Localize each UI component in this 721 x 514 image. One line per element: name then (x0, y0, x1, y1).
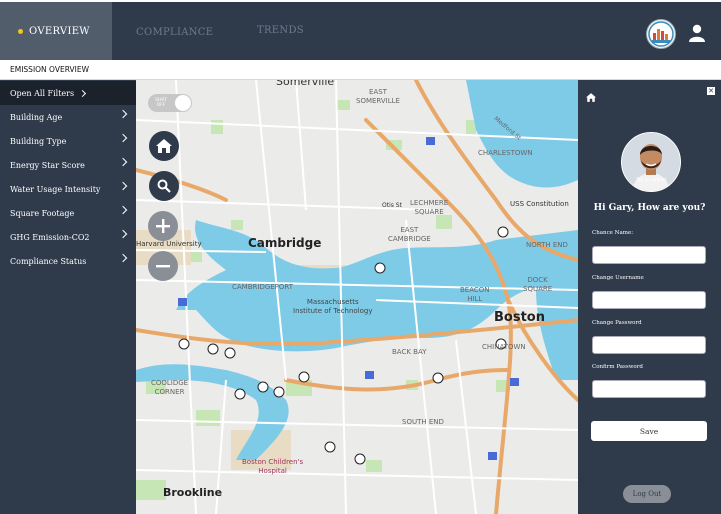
greeting-text: Hi Gary, How are you? (593, 203, 706, 213)
map-label-south-end: SOUTH END (402, 418, 444, 426)
map-label-boston: Boston (494, 310, 545, 325)
map-label-mit: Massachusetts Institute of Technology (293, 298, 373, 315)
change-username-label: Change Username (592, 275, 644, 281)
map-label-beacon-hill: BEACON HILL (460, 286, 490, 303)
chevron-right-icon (118, 109, 128, 119)
filter-sidebar: Open All Filters Building Age Building T… (0, 80, 136, 514)
open-all-filters-button[interactable]: Open All Filters (0, 81, 136, 105)
map-search-button[interactable] (149, 171, 179, 201)
map-label-lechmere: LECHMERE SQUARE (410, 199, 449, 216)
map-label-coolidge-corner: COOLIDGE CORNER (151, 379, 189, 396)
filter-ghg-emission[interactable]: GHG Emission-CO2 (0, 225, 136, 249)
map-canvas (136, 80, 578, 514)
map-label-uss-constitution: USS Constitution (510, 200, 569, 208)
tab-compliance[interactable]: COMPLIANCE (136, 3, 213, 61)
user-account-icon[interactable] (688, 24, 706, 46)
confirm-password-input[interactable] (592, 380, 706, 398)
profile-panel: ✕ Tap to upload Hi Gary, How are you? Ch… (578, 80, 721, 514)
change-name-label: Chance Name: (592, 230, 634, 236)
home-icon (156, 139, 172, 153)
toggle-label: SHRT OFF (154, 98, 168, 108)
change-username-input[interactable] (592, 291, 706, 309)
change-name-input[interactable] (592, 246, 706, 264)
profile-avatar[interactable]: Tap to upload (621, 132, 681, 192)
filter-water-usage-intensity[interactable]: Water Usage Intensity (0, 177, 136, 201)
page-subheader: EMISSION OVERVIEW (0, 60, 721, 80)
toggle-knob (175, 95, 191, 111)
tab-overview[interactable]: OVERVIEW (0, 2, 112, 60)
filter-label: Square Footage (10, 208, 75, 218)
filter-label: Building Type (10, 136, 67, 146)
confirm-password-label: Confirm Password (592, 364, 643, 370)
map-label-east-cambridge: EAST CAMBRIDGE (388, 226, 431, 243)
tab-trends[interactable]: TRENDS (257, 1, 304, 59)
chevron-right-icon (118, 229, 128, 239)
logout-button[interactable]: Log Out (623, 485, 671, 503)
tab-compliance-label: COMPLIANCE (136, 26, 214, 38)
active-indicator-dot (18, 28, 23, 34)
map-label-childrens-hospital: Boston Children's Hospital (242, 458, 304, 475)
zoom-out-button[interactable] (148, 251, 178, 281)
map-label-otis-st: Otis St (382, 202, 402, 209)
plus-icon (156, 219, 170, 233)
map-label-somerville: Somerville (276, 80, 335, 88)
page-title: EMISSION OVERVIEW (10, 65, 89, 74)
filter-energy-star-score[interactable]: Energy Star Score (0, 153, 136, 177)
filter-label: Building Age (10, 112, 63, 122)
tap-to-upload-label: Tap to upload (635, 178, 667, 183)
close-icon[interactable]: ✕ (707, 87, 715, 95)
chevron-right-icon (118, 133, 128, 143)
chevron-right-icon (79, 89, 87, 98)
zoom-in-button[interactable] (148, 211, 178, 241)
map-home-button[interactable] (149, 131, 179, 161)
chevron-right-icon (118, 253, 128, 263)
save-button[interactable]: Save (591, 421, 707, 441)
panel-home-icon[interactable] (586, 87, 596, 106)
map-label-charlestown: CHARLESTOWN (478, 149, 533, 157)
city-logo (646, 19, 676, 49)
map-label-brookline: Brookline (163, 486, 223, 499)
map-view[interactable]: Somerville EAST SOMERVILLE CHARLESTOWN M… (136, 80, 578, 514)
map-toggle-switch[interactable]: SHRT OFF (148, 94, 192, 112)
filter-building-type[interactable]: Building Type (0, 129, 136, 153)
chevron-right-icon (118, 181, 128, 191)
map-label-cambridge: Cambridge (248, 236, 322, 250)
filter-compliance-status[interactable]: Compliance Status (0, 249, 136, 273)
filter-label: Water Usage Intensity (10, 184, 101, 194)
tab-overview-label: OVERVIEW (29, 25, 90, 37)
map-label-east-somerville: EAST SOMERVILLE (356, 88, 400, 105)
filter-label: GHG Emission-CO2 (10, 232, 90, 242)
map-label-dock-square: DOCK SQUARE (523, 276, 553, 293)
open-all-filters-label: Open All Filters (10, 88, 75, 98)
top-nav-bar: OVERVIEW COMPLIANCE TRENDS (0, 2, 721, 60)
filter-label: Energy Star Score (10, 160, 85, 170)
change-password-input[interactable] (592, 336, 706, 354)
map-label-back-bay: BACK BAY (392, 348, 427, 356)
tab-trends-label: TRENDS (257, 24, 304, 36)
search-icon (157, 179, 171, 193)
filter-building-age[interactable]: Building Age (0, 105, 136, 129)
minus-icon (156, 265, 170, 268)
change-password-label: Change Password (592, 320, 642, 326)
chevron-right-icon (118, 157, 128, 167)
filter-label: Compliance Status (10, 256, 87, 266)
filter-square-footage[interactable]: Square Footage (0, 201, 136, 225)
toggle-label-line2: OFF (156, 103, 166, 108)
map-label-cambridgeport: CAMBRIDGEPORT (232, 283, 294, 291)
map-label-chinatown: CHINATOWN (482, 343, 526, 351)
chevron-right-icon (118, 205, 128, 215)
map-label-harvard: Harvard University (136, 240, 202, 248)
map-label-north-end: NORTH END (526, 241, 568, 249)
